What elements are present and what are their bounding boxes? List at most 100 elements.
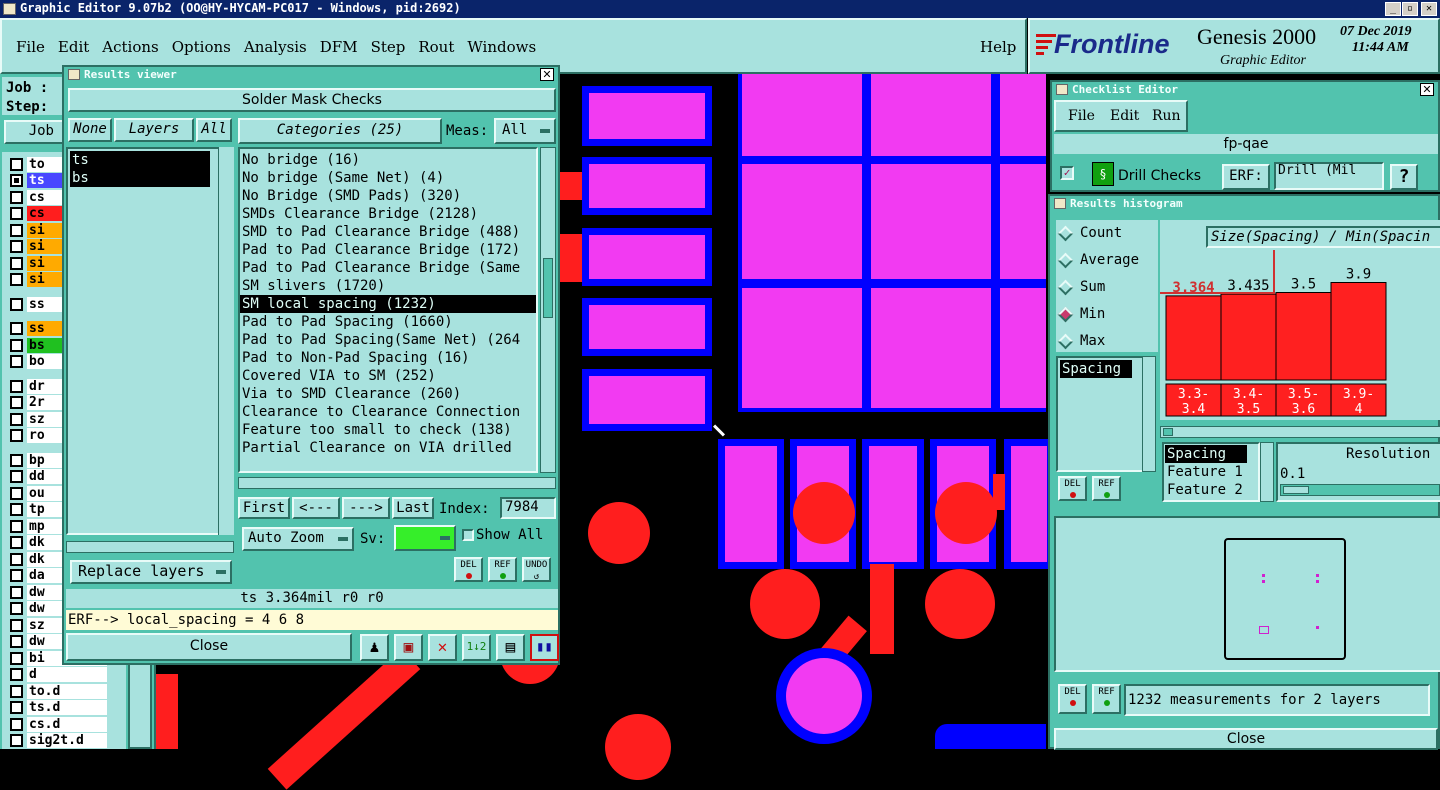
- layer-checkbox[interactable]: [10, 536, 23, 549]
- layers-button[interactable]: Layers: [114, 118, 194, 142]
- histogram-bar[interactable]: [1330, 282, 1387, 381]
- sort-item-feature-2[interactable]: Feature 2: [1165, 481, 1257, 499]
- layer-checkbox[interactable]: [10, 207, 23, 220]
- layer-row[interactable]: sig2t.d: [10, 733, 107, 749]
- layers-hscrollbar[interactable]: [66, 541, 234, 553]
- layer-checkbox[interactable]: [10, 701, 23, 714]
- menu-rout[interactable]: Rout: [418, 38, 454, 56]
- last-button[interactable]: Last: [392, 497, 434, 519]
- layer-row[interactable]: d: [10, 667, 107, 683]
- categories-hscrollbar[interactable]: [238, 477, 556, 489]
- layers-scrollbar[interactable]: [218, 147, 234, 535]
- count-label[interactable]: Count: [1080, 225, 1122, 241]
- layer-checkbox[interactable]: [10, 717, 23, 731]
- layer-checkbox[interactable]: [10, 651, 23, 665]
- layer-row[interactable]: ts.d: [10, 700, 107, 716]
- layer-checkbox[interactable]: [10, 684, 23, 698]
- auto-zoom-dropdown[interactable]: Auto Zoom: [242, 527, 354, 551]
- sort-list[interactable]: Spacing Feature 1 Feature 2: [1162, 442, 1260, 502]
- layer-checkbox[interactable]: [10, 322, 23, 335]
- show-all-checkbox[interactable]: [462, 529, 474, 541]
- max-radio[interactable]: [1057, 333, 1074, 350]
- layer-checkbox[interactable]: [10, 355, 23, 368]
- category-item[interactable]: SMD to Pad Clearance Bridge (488): [240, 223, 536, 241]
- person-icon[interactable]: ♟: [360, 634, 389, 661]
- none-button[interactable]: None: [68, 118, 112, 142]
- sort-icon[interactable]: 1↓2: [462, 634, 491, 661]
- menu-step[interactable]: Step: [371, 38, 406, 56]
- attribute-list[interactable]: Spacing: [1056, 356, 1150, 472]
- prev-button[interactable]: <---: [292, 497, 340, 519]
- chart-scrollbar[interactable]: [1160, 426, 1440, 438]
- layer-checkbox[interactable]: [10, 486, 23, 500]
- layer-checkbox[interactable]: [10, 503, 23, 516]
- category-item[interactable]: Clearance to Clearance Connection: [240, 403, 536, 421]
- maximize-button[interactable]: ▫: [1402, 2, 1418, 16]
- sum-label[interactable]: Sum: [1080, 279, 1105, 295]
- replace-layers-dropdown[interactable]: Replace layers: [70, 560, 232, 584]
- erf-input[interactable]: Drill (Mil: [1274, 162, 1384, 190]
- category-item[interactable]: No bridge (16): [240, 151, 536, 169]
- min-radio[interactable]: [1057, 306, 1074, 323]
- del-button[interactable]: DEL: [1058, 684, 1087, 714]
- layer-checkbox[interactable]: [10, 174, 23, 187]
- resolution-slider[interactable]: [1280, 484, 1440, 496]
- ref-button[interactable]: REF: [1092, 684, 1121, 714]
- report-icon[interactable]: ▤: [496, 634, 525, 661]
- layer-checkbox[interactable]: [10, 338, 23, 352]
- menu-run[interactable]: Run: [1152, 108, 1181, 124]
- ref-button[interactable]: REF: [1092, 476, 1121, 501]
- category-item[interactable]: SMDs Clearance Bridge (2128): [240, 205, 536, 223]
- menu-options[interactable]: Options: [172, 38, 231, 56]
- menu-dfm[interactable]: DFM: [320, 38, 358, 56]
- histogram-bar[interactable]: [1165, 295, 1222, 381]
- layer-checkbox[interactable]: [10, 602, 23, 615]
- layer-checkbox[interactable]: [10, 552, 23, 566]
- max-label[interactable]: Max: [1080, 333, 1105, 349]
- ref-button[interactable]: REF: [488, 557, 517, 582]
- layer-checkbox[interactable]: [10, 569, 23, 582]
- close-button[interactable]: ✕: [1421, 2, 1437, 16]
- category-item[interactable]: SM slivers (1720): [240, 277, 536, 295]
- layer-checkbox[interactable]: [10, 256, 23, 270]
- layer-checkbox[interactable]: [10, 223, 23, 237]
- menu-file[interactable]: File: [16, 38, 45, 56]
- help-button[interactable]: ?: [1390, 164, 1418, 190]
- category-item[interactable]: Pad to Pad Spacing (1660): [240, 313, 536, 331]
- layer-checkbox[interactable]: [10, 635, 23, 648]
- category-item[interactable]: SM local spacing (1232): [240, 295, 536, 313]
- layer-checkbox[interactable]: [10, 412, 23, 426]
- ref-cross-icon[interactable]: ✕: [428, 634, 457, 661]
- sort-item-feature-1[interactable]: Feature 1: [1165, 463, 1257, 481]
- layer-checkbox[interactable]: [10, 453, 23, 467]
- layer-checkbox[interactable]: [10, 273, 23, 286]
- next-button[interactable]: --->: [342, 497, 390, 519]
- categories-button[interactable]: Categories (25): [238, 118, 442, 144]
- layer-checkbox[interactable]: [10, 734, 23, 747]
- layer-checkbox[interactable]: [10, 618, 23, 632]
- histogram-bar[interactable]: [1220, 293, 1277, 381]
- menu-help[interactable]: Help: [980, 38, 1016, 56]
- menu-actions[interactable]: Actions: [102, 38, 158, 56]
- menu-file[interactable]: File: [1068, 108, 1095, 124]
- layer-item-ts[interactable]: ts: [70, 151, 210, 169]
- sort-scrollbar[interactable]: [1260, 442, 1274, 502]
- close-icon[interactable]: ✕: [540, 68, 554, 81]
- list-item[interactable]: Spacing: [1060, 360, 1132, 378]
- menu-edit[interactable]: Edit: [1110, 108, 1139, 124]
- categories-scrollbar[interactable]: [540, 147, 556, 473]
- meas-dropdown[interactable]: All: [494, 118, 556, 144]
- close-histogram-button[interactable]: Close: [1054, 728, 1438, 750]
- close-results-button[interactable]: Close: [66, 633, 352, 661]
- minimize-button[interactable]: _: [1385, 2, 1401, 16]
- menu-windows[interactable]: Windows: [467, 38, 536, 56]
- count-radio[interactable]: [1057, 225, 1074, 242]
- all-button[interactable]: All: [196, 118, 232, 142]
- layer-checkbox[interactable]: [10, 668, 23, 681]
- first-button[interactable]: First: [238, 497, 290, 519]
- check-enabled-checkbox[interactable]: ✓: [1060, 166, 1074, 180]
- category-item[interactable]: Feature too small to check (138): [240, 421, 536, 439]
- check-item-label[interactable]: Drill Checks: [1118, 168, 1201, 184]
- min-label[interactable]: Min: [1080, 306, 1105, 322]
- layer-checkbox[interactable]: [10, 470, 23, 483]
